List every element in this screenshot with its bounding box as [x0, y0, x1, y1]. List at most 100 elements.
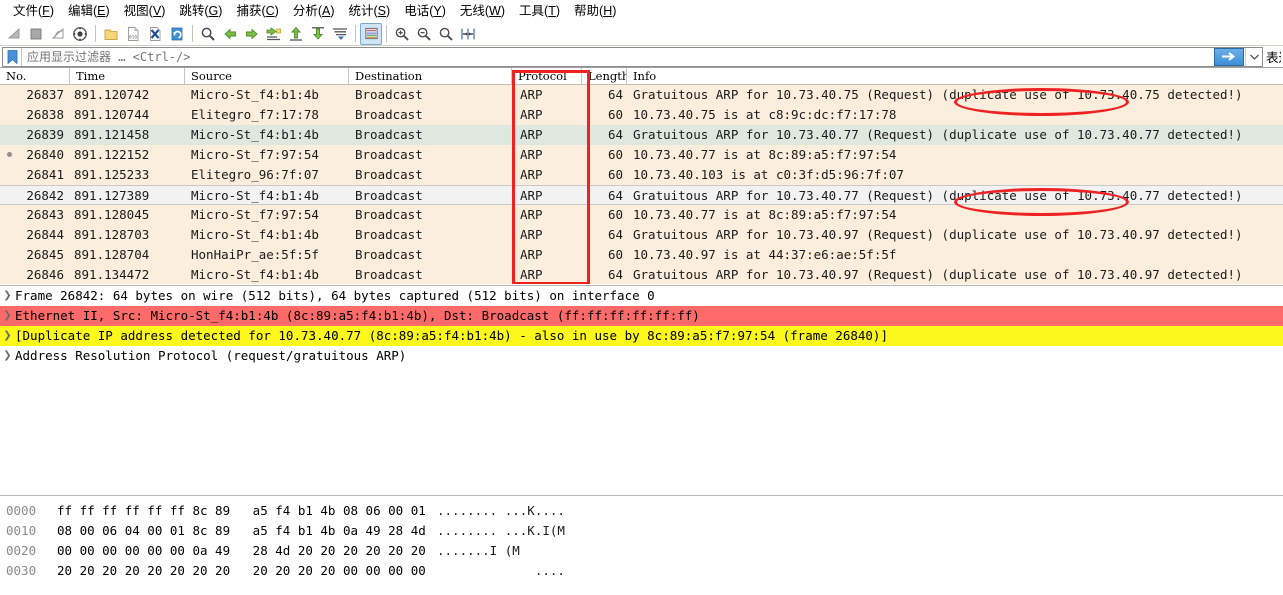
column-header-length[interactable]: Length: [582, 68, 627, 84]
zoom-in-icon[interactable]: [391, 23, 413, 45]
filter-expression-button[interactable]: 表达式…: [1263, 47, 1281, 66]
menu-item-1[interactable]: 编辑(E): [61, 1, 117, 21]
packet-details-pane[interactable]: ❯ Frame 26842: 64 bytes on wire (512 bits…: [0, 285, 1283, 495]
save-file-icon[interactable]: 010: [122, 23, 144, 45]
cell-destination: Broadcast: [355, 247, 423, 262]
capture-options-icon[interactable]: [69, 23, 91, 45]
chevron-right-icon[interactable]: ❯: [0, 306, 15, 326]
menu-item-4[interactable]: 捕获(C): [229, 1, 285, 21]
cell-length: 60: [607, 167, 623, 182]
table-row[interactable]: 26841 891.125233 Elitegro_96:7f:07 Broadcas…: [0, 165, 1283, 185]
display-filter-input[interactable]: [22, 48, 1214, 65]
apply-filter-button[interactable]: [1214, 47, 1244, 66]
hex-row[interactable]: 0000 ff ff ff ff ff ff 8c 89 a5 f4 b1 4b …: [0, 501, 1283, 521]
cell-source: Micro-St_f4:b1:4b: [191, 227, 319, 242]
cell-destination: Broadcast: [355, 167, 423, 182]
open-file-icon[interactable]: [100, 23, 122, 45]
cell-no: 26845: [26, 247, 64, 262]
cell-protocol: ARP: [520, 147, 543, 162]
column-header-no[interactable]: No.: [0, 68, 70, 84]
column-header-destination[interactable]: Destination: [349, 68, 512, 84]
menu-item-7[interactable]: 电话(Y): [397, 1, 453, 21]
display-filter-box[interactable]: [2, 46, 1263, 67]
reload-file-icon[interactable]: [166, 23, 188, 45]
chevron-right-icon[interactable]: ❯: [0, 346, 15, 366]
table-row[interactable]: 26842 891.127389 Micro-St_f4:b1:4b Broadcas…: [0, 185, 1283, 205]
start-capture-icon[interactable]: [3, 23, 25, 45]
cell-time: 891.134472: [74, 267, 150, 282]
go-first-packet-icon[interactable]: [285, 23, 307, 45]
chevron-down-icon[interactable]: [1245, 47, 1262, 66]
chevron-right-icon[interactable]: ❯: [0, 286, 15, 306]
cell-protocol: ARP: [520, 127, 543, 142]
display-filter-bar: 表达式…: [0, 46, 1283, 68]
cell-length: 60: [607, 247, 623, 262]
cell-source: Elitegro_96:7f:07: [191, 167, 319, 182]
table-row[interactable]: 26844 891.128703 Micro-St_f4:b1:4b Broadcas…: [0, 225, 1283, 245]
menu-item-6[interactable]: 统计(S): [342, 1, 398, 21]
bookmark-icon[interactable]: [3, 47, 22, 66]
zoom-out-icon[interactable]: [413, 23, 435, 45]
hex-row[interactable]: 0020 00 00 00 00 00 00 0a 49 28 4d 20 20 …: [0, 541, 1283, 561]
detail-row[interactable]: ❯ Ethernet II, Src: Micro-St_f4:b1:4b (8c…: [0, 306, 1283, 326]
menu-item-10[interactable]: 帮助(H): [567, 1, 623, 21]
table-row[interactable]: 26843 891.128045 Micro-St_f7:97:54 Broadcas…: [0, 205, 1283, 225]
column-header-source[interactable]: Source: [185, 68, 349, 84]
table-row[interactable]: 26840 891.122152 Micro-St_f7:97:54 Broadcas…: [0, 145, 1283, 165]
hex-offset: 0010: [6, 523, 37, 538]
menu-item-3[interactable]: 跳转(G): [172, 1, 229, 21]
zoom-reset-icon[interactable]: [435, 23, 457, 45]
table-row[interactable]: 26846 891.134472 Micro-St_f4:b1:4b Broadcas…: [0, 265, 1283, 284]
go-to-packet-icon[interactable]: [263, 23, 285, 45]
hex-bytes: 00 00 00 00 00 00 0a 49 28 4d 20 20 20 2…: [57, 543, 426, 558]
column-header-time[interactable]: Time: [70, 68, 185, 84]
menu-item-2[interactable]: 视图(V): [117, 1, 173, 21]
go-last-packet-icon[interactable]: [307, 23, 329, 45]
packet-bytes-pane[interactable]: 0000 ff ff ff ff ff ff 8c 89 a5 f4 b1 4b …: [0, 496, 1283, 594]
column-header-protocol[interactable]: Protocol: [512, 68, 582, 84]
table-row[interactable]: 26839 891.121458 Micro-St_f4:b1:4b Broadcas…: [0, 125, 1283, 145]
packet-list-header: No. Time Source Destination Protocol Len…: [0, 68, 1283, 85]
cell-info: Gratuitous ARP for 10.73.40.97 (Request)…: [633, 267, 1243, 282]
cell-protocol: ARP: [520, 167, 543, 182]
go-back-icon[interactable]: [219, 23, 241, 45]
menu-item-8[interactable]: 无线(W): [453, 1, 512, 21]
cell-length: 60: [607, 207, 623, 222]
table-row[interactable]: 26837 891.120742 Micro-St_f4:b1:4b Broadcas…: [0, 85, 1283, 105]
cell-length: 64: [607, 127, 623, 142]
cell-no: 26843: [26, 207, 64, 222]
menu-item-5[interactable]: 分析(A): [286, 1, 342, 21]
cell-length: 60: [607, 147, 623, 162]
menu-item-0[interactable]: 文件(F): [6, 1, 61, 21]
cell-source: Micro-St_f4:b1:4b: [191, 188, 319, 203]
restart-capture-icon[interactable]: [47, 23, 69, 45]
cell-destination: Broadcast: [355, 227, 423, 242]
stop-capture-icon[interactable]: [25, 23, 47, 45]
chevron-right-icon[interactable]: ❯: [0, 326, 15, 346]
close-file-icon[interactable]: [144, 23, 166, 45]
cell-time: 891.121458: [74, 127, 150, 142]
hex-row[interactable]: 0010 08 00 06 04 00 01 8c 89 a5 f4 b1 4b …: [0, 521, 1283, 541]
cell-info: 10.73.40.77 is at 8c:89:a5:f7:97:54: [633, 207, 897, 222]
table-row[interactable]: 26845 891.128704 HonHaiPr_ae:5f:5f Broadcas…: [0, 245, 1283, 265]
cell-source: Micro-St_f7:97:54: [191, 147, 319, 162]
hex-row[interactable]: 0030 20 20 20 20 20 20 20 20 20 20 20 20 …: [0, 561, 1283, 581]
cell-protocol: ARP: [520, 247, 543, 262]
detail-row[interactable]: ❯ Frame 26842: 64 bytes on wire (512 bits…: [0, 286, 1283, 306]
cell-info: Gratuitous ARP for 10.73.40.75 (Request)…: [633, 87, 1243, 102]
detail-row[interactable]: ❯ [Duplicate IP address detected for 10.7…: [0, 326, 1283, 346]
menu-item-9[interactable]: 工具(T): [512, 1, 567, 21]
hex-ascii: ........ ...K.I(M: [437, 523, 565, 538]
packet-list-pane[interactable]: No. Time Source Destination Protocol Len…: [0, 68, 1283, 285]
go-forward-icon[interactable]: [241, 23, 263, 45]
packet-list-body[interactable]: 26837 891.120742 Micro-St_f4:b1:4b Broadcas…: [0, 85, 1283, 284]
cell-info: Gratuitous ARP for 10.73.40.77 (Request)…: [633, 127, 1243, 142]
hex-ascii: ........ ...K....: [437, 503, 565, 518]
autoscroll-icon[interactable]: [329, 23, 351, 45]
table-row[interactable]: 26838 891.120744 Elitegro_f7:17:78 Broadcas…: [0, 105, 1283, 125]
column-header-info[interactable]: Info: [627, 68, 1283, 84]
find-packet-icon[interactable]: [197, 23, 219, 45]
colorize-icon[interactable]: [360, 22, 382, 45]
resize-columns-icon[interactable]: [457, 23, 479, 45]
detail-row[interactable]: ❯ Address Resolution Protocol (request/gr…: [0, 346, 1283, 366]
